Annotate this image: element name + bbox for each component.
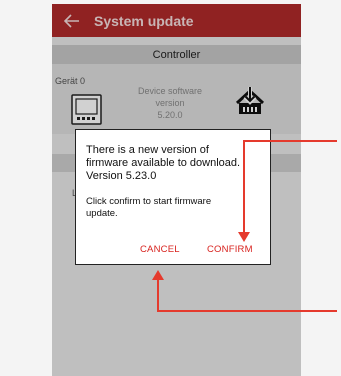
dialog-instruction-line1: Click confirm to start firmware bbox=[86, 196, 212, 207]
firmware-update-dialog: There is a new version of firmware avail… bbox=[75, 129, 271, 265]
dialog-message: There is a new version of firmware avail… bbox=[86, 144, 268, 183]
dialog-message-line1: There is a new version of bbox=[86, 144, 209, 156]
dialog-instruction-line2: update. bbox=[86, 208, 118, 219]
dialog-instruction: Click confirm to start firmware update. bbox=[86, 196, 268, 220]
dialog-message-line2: firmware available to download. bbox=[86, 157, 241, 169]
phone-screen: System update Controller Gerät 0 Device … bbox=[52, 4, 301, 376]
cancel-button[interactable]: CANCEL bbox=[140, 244, 180, 255]
dialog-message-line3: Version 5.23.0 bbox=[86, 170, 157, 182]
confirm-button[interactable]: CONFIRM bbox=[207, 244, 253, 255]
